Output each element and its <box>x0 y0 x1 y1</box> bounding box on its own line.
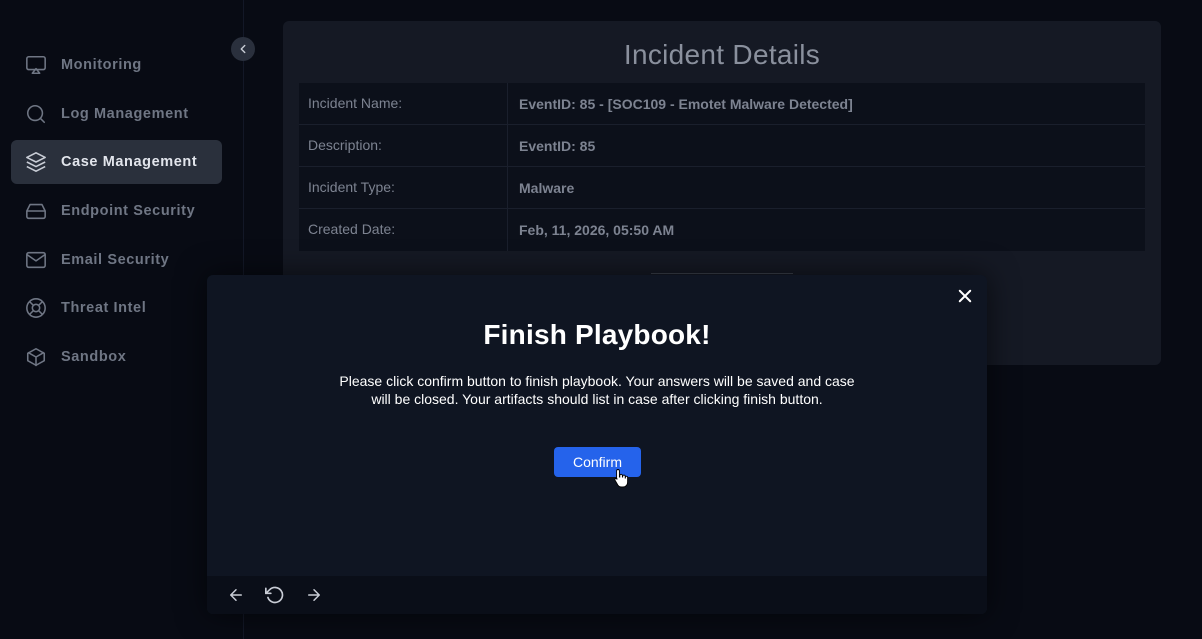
row-value: EventID: 85 - [SOC109 - Emotet Malware D… <box>519 96 853 112</box>
rotate-ccw-icon <box>265 585 285 605</box>
chevron-left-icon <box>236 42 250 56</box>
reload-button[interactable] <box>265 585 285 605</box>
layers-icon <box>24 150 48 174</box>
sidebar-item-sandbox[interactable]: Sandbox <box>11 335 222 379</box>
table-row: Incident Name: EventID: 85 - [SOC109 - E… <box>299 83 1145 125</box>
sidebar-item-label: Threat Intel <box>61 300 147 317</box>
page-title: Incident Details <box>623 39 821 70</box>
modal-message: Please click confirm button to finish pl… <box>307 372 887 408</box>
row-value: Malware <box>519 180 575 196</box>
modal-title: Finish Playbook! <box>483 319 711 350</box>
box-icon <box>24 345 48 369</box>
modal-message-line: Please click confirm button to finish pl… <box>339 373 855 389</box>
app-root: Monitoring Log Management Case Managemen… <box>0 0 1202 639</box>
table-row: Created Date: Feb, 11, 2026, 05:50 AM <box>299 209 1145 251</box>
row-label: Incident Type: <box>299 167 508 208</box>
arrow-left-icon <box>227 586 245 604</box>
sidebar-item-label: Sandbox <box>61 349 127 366</box>
row-label: Created Date: <box>299 209 508 251</box>
sidebar-item-endpoint-security[interactable]: Endpoint Security <box>11 189 222 233</box>
modal-close-button[interactable] <box>955 286 975 306</box>
incident-details-table: Incident Name: EventID: 85 - [SOC109 - E… <box>299 83 1145 251</box>
row-label: Description: <box>299 125 508 166</box>
search-icon <box>24 102 48 126</box>
sidebar-item-label: Monitoring <box>61 57 142 73</box>
sidebar-item-label: Email Security <box>61 251 170 268</box>
close-icon <box>956 287 974 305</box>
row-label: Incident Name: <box>299 83 508 124</box>
mail-icon <box>24 248 48 272</box>
sidebar-item-monitoring[interactable]: Monitoring <box>11 43 222 87</box>
sidebar-item-label: Log Management <box>61 105 189 122</box>
table-row: Incident Type: Malware <box>299 167 1145 209</box>
monitor-icon <box>24 53 48 77</box>
row-value: EventID: 85 <box>519 138 596 154</box>
sidebar-item-label: Case Management <box>61 154 198 171</box>
modal-message-line: will be closed. Your artifacts should li… <box>371 391 823 407</box>
modal-footer-nav <box>207 576 987 614</box>
back-button[interactable] <box>226 585 246 605</box>
sidebar-nav: Monitoring Log Management Case Managemen… <box>11 43 222 384</box>
sidebar-item-threat-intel[interactable]: Threat Intel <box>11 286 222 330</box>
hard-drive-icon <box>24 199 48 223</box>
sidebar-collapse-button[interactable] <box>231 37 255 61</box>
row-value: Feb, 11, 2026, 05:50 AM <box>519 222 675 238</box>
sidebar-item-case-management[interactable]: Case Management <box>11 140 222 185</box>
hand-cursor-icon <box>614 469 628 488</box>
table-row: Description: EventID: 85 <box>299 125 1145 167</box>
sidebar-item-log-management[interactable]: Log Management <box>11 92 222 136</box>
lifebuoy-icon <box>24 296 48 320</box>
sidebar-item-label: Endpoint Security <box>61 203 196 220</box>
sidebar-item-email-security[interactable]: Email Security <box>11 238 222 282</box>
forward-button[interactable] <box>304 585 324 605</box>
finish-playbook-modal: Finish Playbook! Please click confirm bu… <box>207 275 987 614</box>
arrow-right-icon <box>305 586 323 604</box>
